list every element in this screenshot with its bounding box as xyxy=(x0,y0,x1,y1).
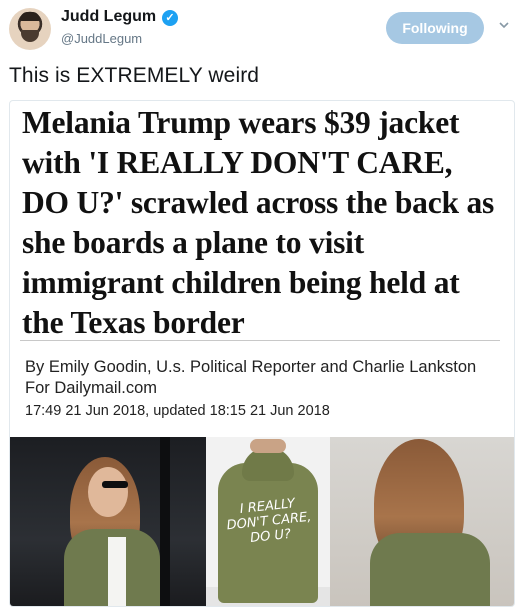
white-top-shape xyxy=(108,537,126,606)
tweet-text: This is EXTREMELY weird xyxy=(9,64,260,87)
jacket-back-shape xyxy=(370,533,490,606)
photo-boarding xyxy=(10,437,206,606)
hands-shape xyxy=(250,439,286,453)
following-button[interactable]: Following xyxy=(386,12,484,44)
car-door-frame xyxy=(160,437,170,606)
jacket-slogan: I REALLY DON'T CARE, DO U? xyxy=(225,496,313,547)
avatar-hair xyxy=(20,12,40,21)
sunglasses-shape xyxy=(102,481,128,488)
face-shape xyxy=(88,467,128,517)
article-headline: Melania Trump wears $39 jacket with 'I R… xyxy=(22,105,495,340)
avatar[interactable] xyxy=(9,8,51,50)
author-handle[interactable]: @JuddLegum xyxy=(61,31,142,46)
divider xyxy=(20,340,500,341)
verified-badge-icon: ✓ xyxy=(162,10,178,26)
author-display-name[interactable]: Judd Legum xyxy=(61,8,156,26)
article-byline: By Emily Goodin, U.s. Political Reporter… xyxy=(25,358,477,397)
avatar-beard xyxy=(21,30,39,42)
news-screenshot-card[interactable]: Melania Trump wears $39 jacket with 'I R… xyxy=(9,100,515,607)
chevron-down-icon[interactable] xyxy=(498,19,510,31)
photo-strip: I REALLY DON'T CARE, DO U? xyxy=(10,437,514,606)
tweet-header: Judd Legum ✓ @JuddLegum Following xyxy=(0,0,529,60)
photo-jacket-back: I REALLY DON'T CARE, DO U? xyxy=(206,437,330,606)
article-timestamp: 17:49 21 Jun 2018, updated 18:15 21 Jun … xyxy=(25,403,330,419)
photo-walking xyxy=(330,437,514,606)
